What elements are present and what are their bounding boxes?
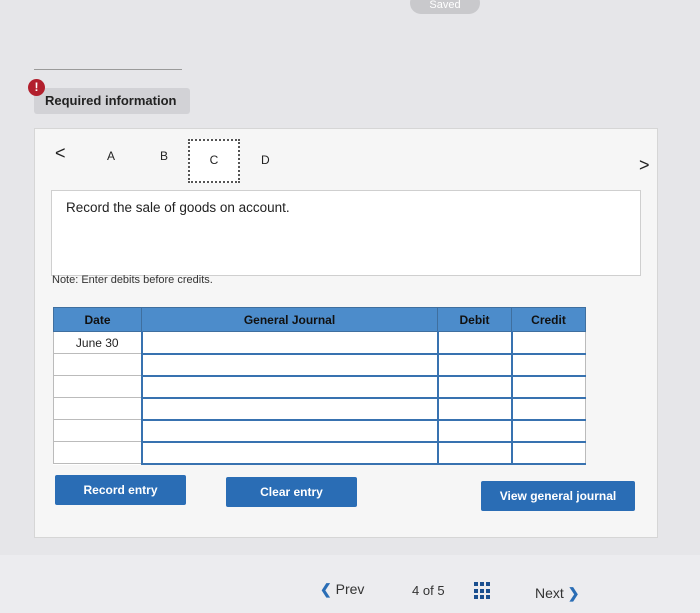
- account-input[interactable]: [140, 419, 439, 443]
- page-current: 4: [412, 583, 420, 598]
- instruction-box: Record the sale of goods on account.: [51, 190, 641, 276]
- table-row: June 30: [53, 331, 586, 355]
- tab-navigation: < A B C D >: [35, 129, 657, 183]
- general-journal-table: Date General Journal Debit Credit June 3…: [53, 307, 586, 465]
- debit-input[interactable]: [436, 375, 512, 399]
- general-journal-header: General Journal: [141, 307, 438, 332]
- account-input[interactable]: [140, 441, 439, 465]
- debit-input[interactable]: [436, 397, 512, 421]
- required-information-label: Required information: [34, 88, 190, 114]
- date-cell[interactable]: June 30: [53, 331, 142, 354]
- prev-label: Prev: [335, 581, 365, 597]
- account-input[interactable]: [140, 353, 439, 377]
- table-row: [53, 419, 586, 443]
- credit-input[interactable]: [510, 441, 586, 465]
- saved-status: Saved: [410, 0, 480, 14]
- credit-input[interactable]: [510, 419, 586, 443]
- next-label: Next: [535, 585, 564, 601]
- table-row: [53, 375, 586, 399]
- tab-c[interactable]: C: [188, 139, 240, 183]
- clear-entry-button[interactable]: Clear entry: [226, 477, 357, 507]
- required-information-text: Required information: [45, 93, 177, 108]
- debit-input[interactable]: [436, 331, 512, 355]
- question-card: < A B C D > Record the sale of goods on …: [34, 128, 658, 538]
- credit-input[interactable]: [510, 375, 586, 399]
- date-cell[interactable]: [53, 397, 142, 420]
- debit-input[interactable]: [436, 441, 512, 465]
- page-total: 5: [437, 583, 445, 598]
- chevron-left-icon: ❮: [320, 581, 332, 597]
- date-cell[interactable]: [53, 419, 142, 442]
- note-text: Note: Enter debits before credits.: [52, 274, 213, 286]
- tab-d[interactable]: D: [261, 153, 270, 167]
- account-input[interactable]: [140, 397, 439, 421]
- page-of: of: [422, 583, 434, 598]
- divider: [34, 69, 182, 70]
- account-input[interactable]: [140, 375, 439, 399]
- page-indicator: 4 of 5: [412, 583, 445, 598]
- debit-header: Debit: [437, 307, 512, 332]
- footer-navigation: ❮ Prev 4 of 5 Next ❯: [0, 555, 700, 613]
- view-general-journal-button[interactable]: View general journal: [481, 481, 635, 511]
- prev-button[interactable]: ❮ Prev: [320, 581, 364, 598]
- date-header: Date: [53, 307, 142, 332]
- account-input[interactable]: [140, 331, 439, 355]
- tab-a[interactable]: A: [107, 149, 115, 163]
- table-row: [53, 441, 586, 465]
- grid-icon[interactable]: [474, 582, 492, 600]
- table-row: [53, 353, 586, 377]
- record-entry-button[interactable]: Record entry: [55, 475, 186, 505]
- chevron-right-icon[interactable]: >: [639, 155, 650, 176]
- next-button[interactable]: Next ❯: [535, 585, 579, 602]
- instruction-text: Record the sale of goods on account.: [66, 200, 290, 215]
- credit-input[interactable]: [510, 331, 586, 355]
- date-cell[interactable]: [53, 441, 142, 464]
- debit-input[interactable]: [436, 353, 512, 377]
- table-row: [53, 397, 586, 421]
- chevron-left-icon[interactable]: <: [55, 143, 66, 164]
- debit-input[interactable]: [436, 419, 512, 443]
- credit-header: Credit: [511, 307, 586, 332]
- tab-b[interactable]: B: [160, 149, 168, 163]
- chevron-right-icon: ❯: [567, 585, 580, 601]
- credit-input[interactable]: [510, 353, 586, 377]
- credit-input[interactable]: [510, 397, 586, 421]
- date-cell[interactable]: [53, 375, 142, 398]
- exclamation-icon: !: [28, 79, 45, 96]
- date-cell[interactable]: [53, 353, 142, 376]
